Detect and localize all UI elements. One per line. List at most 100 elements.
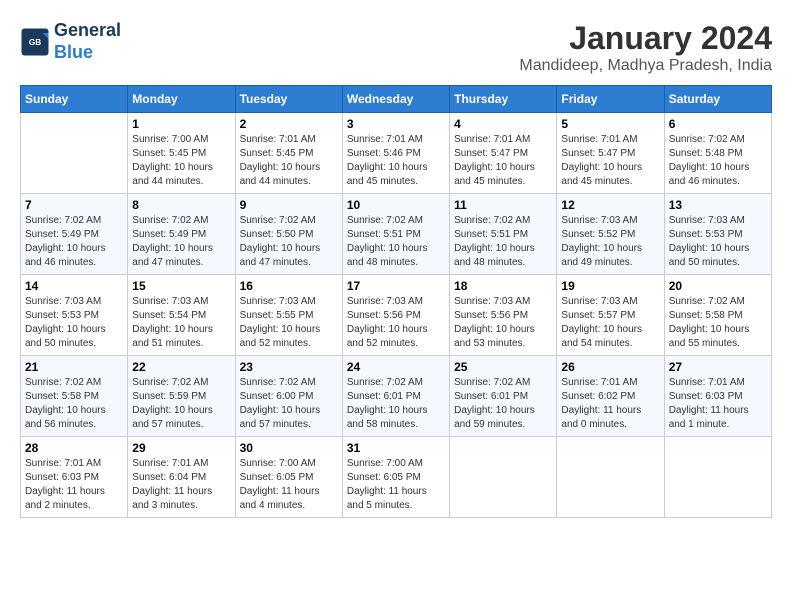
day-number: 28 [25,441,123,455]
logo-text: General Blue [54,20,121,63]
day-number: 11 [454,198,552,212]
day-cell: 23Sunrise: 7:02 AM Sunset: 6:00 PM Dayli… [235,356,342,437]
day-number: 7 [25,198,123,212]
day-cell: 31 Sunrise: 7:00 AM Sunset: 6:05 PM Dayli… [342,437,449,518]
day-cell: 9 Sunrise: 7:02 AM Sunset: 5:50 PM Daylig… [235,194,342,275]
day-number: 4 [454,117,552,131]
title-block: January 2024 Mandideep, Madhya Pradesh, … [519,20,772,75]
day-info: Sunrise: 7:00 AM Sunset: 6:05 PM Dayligh… [347,457,445,513]
day-number: 31 [347,441,445,455]
day-number: 23 [240,360,338,374]
logo-general: General [54,20,121,40]
month-title: January 2024 [519,20,772,57]
page-header: GB General Blue January 2024 Mandideep, … [20,20,772,75]
day-number: 3 [347,117,445,131]
day-info: Sunrise: 7:01 AM Sunset: 6:03 PM Dayligh… [25,457,123,513]
day-number: 16 [240,279,338,293]
day-info: Sunrise: 7:02 AM Sunset: 5:49 PM Dayligh… [132,214,230,270]
day-cell: 19 Sunrise: 7:03 AM Sunset: 5:57 PM Dayli… [557,275,664,356]
day-info: Sunrise: 7:02 AM Sunset: 6:01 PM Dayligh… [454,376,552,432]
logo: GB General Blue [20,20,121,63]
day-cell: 29Sunrise: 7:01 AM Sunset: 6:04 PM Dayli… [128,437,235,518]
day-cell: 24 Sunrise: 7:02 AM Sunset: 6:01 PM Dayli… [342,356,449,437]
day-cell: 2 Sunrise: 7:01 AM Sunset: 5:45 PM Daylig… [235,113,342,194]
day-info: Sunrise: 7:01 AM Sunset: 5:47 PM Dayligh… [454,133,552,189]
day-info: Sunrise: 7:02 AM Sunset: 6:01 PM Dayligh… [347,376,445,432]
day-cell: 3 Sunrise: 7:01 AM Sunset: 5:46 PM Daylig… [342,113,449,194]
day-cell: 18 Sunrise: 7:03 AM Sunset: 5:56 PM Dayli… [450,275,557,356]
day-info: Sunrise: 7:02 AM Sunset: 5:51 PM Dayligh… [454,214,552,270]
day-number: 14 [25,279,123,293]
day-number: 21 [25,360,123,374]
day-info: Sunrise: 7:03 AM Sunset: 5:57 PM Dayligh… [561,295,659,351]
day-cell: 30 Sunrise: 7:00 AM Sunset: 6:05 PM Dayli… [235,437,342,518]
day-info: Sunrise: 7:02 AM Sunset: 5:50 PM Dayligh… [240,214,338,270]
day-cell: 11 Sunrise: 7:02 AM Sunset: 5:51 PM Dayli… [450,194,557,275]
header-cell-thursday: Thursday [450,86,557,113]
day-cell [21,113,128,194]
logo-blue: Blue [54,42,93,62]
day-info: Sunrise: 7:02 AM Sunset: 5:48 PM Dayligh… [669,133,767,189]
location: Mandideep, Madhya Pradesh, India [519,57,772,75]
day-info: Sunrise: 7:03 AM Sunset: 5:52 PM Dayligh… [561,214,659,270]
day-cell: 10Sunrise: 7:02 AM Sunset: 5:51 PM Dayli… [342,194,449,275]
day-cell [664,437,771,518]
day-cell: 22Sunrise: 7:02 AM Sunset: 5:59 PM Dayli… [128,356,235,437]
day-info: Sunrise: 7:02 AM Sunset: 5:58 PM Dayligh… [25,376,123,432]
week-row-1: 1 Sunrise: 7:00 AM Sunset: 5:45 PM Daylig… [21,113,772,194]
day-cell [557,437,664,518]
header-cell-sunday: Sunday [21,86,128,113]
day-cell: 5Sunrise: 7:01 AM Sunset: 5:47 PM Daylig… [557,113,664,194]
day-info: Sunrise: 7:01 AM Sunset: 5:45 PM Dayligh… [240,133,338,189]
day-number: 19 [561,279,659,293]
day-info: Sunrise: 7:02 AM Sunset: 5:51 PM Dayligh… [347,214,445,270]
day-cell: 13Sunrise: 7:03 AM Sunset: 5:53 PM Dayli… [664,194,771,275]
calendar-body: 1 Sunrise: 7:00 AM Sunset: 5:45 PM Daylig… [21,113,772,518]
day-info: Sunrise: 7:01 AM Sunset: 5:46 PM Dayligh… [347,133,445,189]
day-cell: 28 Sunrise: 7:01 AM Sunset: 6:03 PM Dayli… [21,437,128,518]
day-cell: 4 Sunrise: 7:01 AM Sunset: 5:47 PM Daylig… [450,113,557,194]
day-number: 27 [669,360,767,374]
day-cell: 17 Sunrise: 7:03 AM Sunset: 5:56 PM Dayli… [342,275,449,356]
header-cell-saturday: Saturday [664,86,771,113]
day-info: Sunrise: 7:02 AM Sunset: 5:49 PM Dayligh… [25,214,123,270]
day-cell: 14Sunrise: 7:03 AM Sunset: 5:53 PM Dayli… [21,275,128,356]
day-cell: 12Sunrise: 7:03 AM Sunset: 5:52 PM Dayli… [557,194,664,275]
day-number: 9 [240,198,338,212]
day-cell: 27 Sunrise: 7:01 AM Sunset: 6:03 PM Dayli… [664,356,771,437]
day-number: 8 [132,198,230,212]
day-info: Sunrise: 7:02 AM Sunset: 5:58 PM Dayligh… [669,295,767,351]
day-number: 25 [454,360,552,374]
day-number: 22 [132,360,230,374]
week-row-5: 28 Sunrise: 7:01 AM Sunset: 6:03 PM Dayli… [21,437,772,518]
day-info: Sunrise: 7:00 AM Sunset: 5:45 PM Dayligh… [132,133,230,189]
day-cell: 15Sunrise: 7:03 AM Sunset: 5:54 PM Dayli… [128,275,235,356]
header-row: SundayMondayTuesdayWednesdayThursdayFrid… [21,86,772,113]
calendar-header: SundayMondayTuesdayWednesdayThursdayFrid… [21,86,772,113]
day-number: 2 [240,117,338,131]
day-info: Sunrise: 7:03 AM Sunset: 5:53 PM Dayligh… [669,214,767,270]
day-number: 26 [561,360,659,374]
week-row-4: 21 Sunrise: 7:02 AM Sunset: 5:58 PM Dayli… [21,356,772,437]
day-number: 24 [347,360,445,374]
logo-icon: GB [20,27,50,57]
day-info: Sunrise: 7:01 AM Sunset: 6:03 PM Dayligh… [669,376,767,432]
day-number: 30 [240,441,338,455]
day-number: 18 [454,279,552,293]
day-cell: 6 Sunrise: 7:02 AM Sunset: 5:48 PM Daylig… [664,113,771,194]
day-info: Sunrise: 7:01 AM Sunset: 5:47 PM Dayligh… [561,133,659,189]
day-info: Sunrise: 7:00 AM Sunset: 6:05 PM Dayligh… [240,457,338,513]
day-info: Sunrise: 7:03 AM Sunset: 5:56 PM Dayligh… [347,295,445,351]
week-row-3: 14Sunrise: 7:03 AM Sunset: 5:53 PM Dayli… [21,275,772,356]
day-info: Sunrise: 7:03 AM Sunset: 5:56 PM Dayligh… [454,295,552,351]
day-number: 17 [347,279,445,293]
day-number: 6 [669,117,767,131]
week-row-2: 7 Sunrise: 7:02 AM Sunset: 5:49 PM Daylig… [21,194,772,275]
header-cell-monday: Monday [128,86,235,113]
header-cell-tuesday: Tuesday [235,86,342,113]
day-cell: 16Sunrise: 7:03 AM Sunset: 5:55 PM Dayli… [235,275,342,356]
day-number: 1 [132,117,230,131]
day-info: Sunrise: 7:01 AM Sunset: 6:04 PM Dayligh… [132,457,230,513]
day-cell: 21 Sunrise: 7:02 AM Sunset: 5:58 PM Dayli… [21,356,128,437]
day-cell: 25 Sunrise: 7:02 AM Sunset: 6:01 PM Dayli… [450,356,557,437]
